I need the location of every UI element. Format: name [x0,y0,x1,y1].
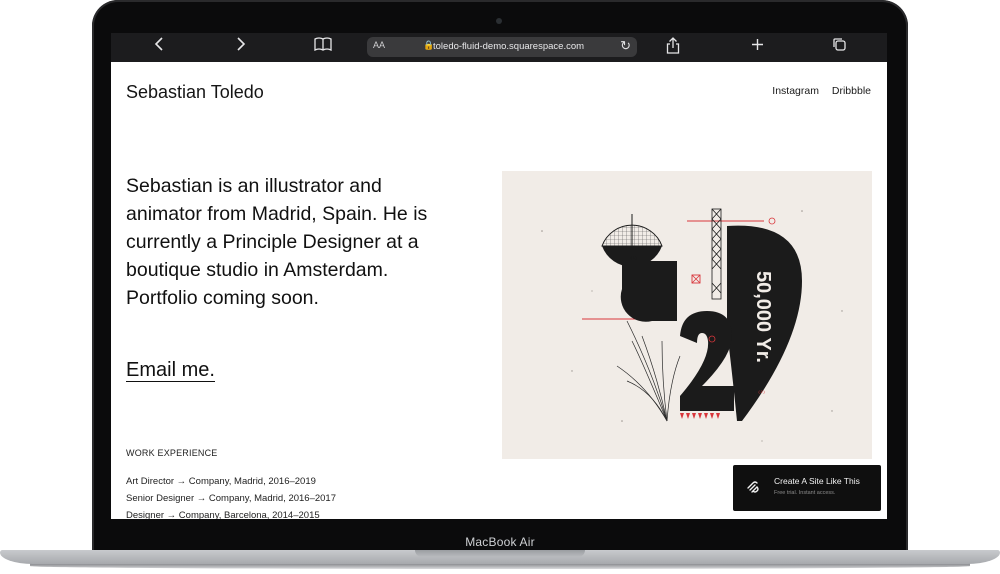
url-text[interactable]: toledo-fluid-demo.squarespace.com [433,41,584,52]
nav-link-dribbble[interactable]: Dribbble [832,85,871,97]
site-title[interactable]: Sebastian Toledo [126,82,264,103]
plus-icon [751,39,763,50]
share-button[interactable] [661,37,685,57]
browser-toolbar: AA 🔒 toledo-fluid-demo.squarespace.com ↻ [111,33,887,62]
portfolio-artwork: ADAPTATION 50,000 Yr. [502,171,872,459]
forward-button[interactable] [229,37,253,57]
email-link[interactable]: Email me. [126,359,215,382]
reload-icon[interactable]: ↻ [620,38,631,54]
badge-subtitle: Free trial. Instant access. [774,490,836,496]
tabs-icon [832,38,846,51]
new-tab-button[interactable] [745,37,769,57]
artwork-illustration: ADAPTATION 50,000 Yr. [541,208,843,442]
chevron-right-icon [237,37,246,51]
camera [496,18,502,24]
squarespace-logo-icon [747,481,759,493]
screen: AA 🔒 toledo-fluid-demo.squarespace.com ↻… [111,33,887,519]
artwork-annotation-2: (2) [758,390,765,395]
web-page: Sebastian Toledo Instagram Dribbble Seba… [111,62,887,519]
text-size-button[interactable]: AA [373,40,385,50]
laptop-notch [415,550,585,557]
work-experience-item: Senior Designer → Company, Madrid, 2016–… [126,493,336,504]
create-site-badge[interactable]: Create A Site Like This Free trial. Inst… [733,465,881,511]
address-bar[interactable]: AA 🔒 toledo-fluid-demo.squarespace.com ↻ [367,37,637,57]
book-icon [314,37,332,52]
chevron-left-icon [154,37,163,51]
device-model-label: MacBook Air [465,535,535,549]
intro-text: Sebastian is an illustrator and animator… [126,175,428,309]
artwork-annotation: (1) [630,256,637,261]
artwork-big-text: 50,000 Yr. [752,271,774,363]
work-experience-item: Designer → Company, Barcelona, 2014–2015 [126,510,320,519]
nav-link-instagram[interactable]: Instagram [772,85,819,97]
reader-button[interactable] [311,37,335,57]
back-button[interactable] [147,37,171,57]
badge-title: Create A Site Like This [774,476,860,486]
site-nav: Instagram Dribbble [762,85,871,97]
share-icon [666,37,680,54]
work-experience-item: Art Director → Company, Madrid, 2016–201… [126,476,316,487]
work-experience-heading: WORK EXPERIENCE [126,448,218,458]
tabs-button[interactable] [827,37,851,57]
